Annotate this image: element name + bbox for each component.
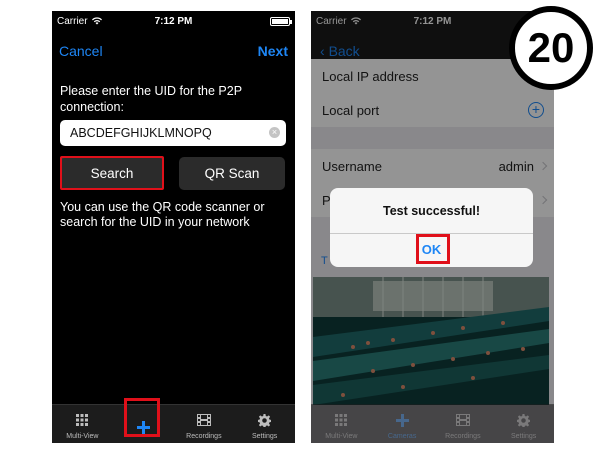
status-time: 7:12 PM — [154, 15, 193, 27]
tab-label: Recordings — [186, 433, 222, 440]
status-bar: Carrier 7:12 PM — [52, 11, 295, 31]
uid-input[interactable]: ABCDEFGHIJKLMNOPQ × — [60, 120, 286, 146]
tab-multi-view[interactable]: Multi-View — [52, 405, 113, 443]
qr-scan-button[interactable]: QR Scan — [179, 157, 285, 190]
grid-icon — [75, 413, 89, 427]
phone-screen-camera-settings: Carrier 7:12 PM ‹ Back Local IP address … — [311, 11, 554, 443]
tab-label: Multi-View — [66, 433, 99, 440]
battery-icon — [270, 16, 292, 26]
highlight-ok — [416, 234, 450, 264]
highlight-search — [60, 156, 164, 190]
highlight-add-tab — [124, 398, 160, 437]
uid-input-value: ABCDEFGHIJKLMNOPQ — [70, 126, 212, 140]
uid-hint: You can use the QR code scanner or searc… — [60, 200, 265, 229]
phone-screen-add-camera: Carrier 7:12 PM Cancel Next Please enter… — [52, 11, 295, 443]
alert-title: Test successful! — [382, 204, 481, 218]
tab-settings[interactable]: Settings — [234, 405, 295, 443]
clear-icon[interactable]: × — [269, 127, 280, 138]
navigation-bar: Cancel Next — [52, 31, 295, 75]
uid-prompt: Please enter the UID for the P2P connect… — [60, 84, 242, 114]
film-icon — [196, 413, 211, 427]
tab-bar: Multi-View Recordings Settings — [52, 404, 295, 443]
step-number-badge: 20 — [509, 6, 593, 90]
tab-recordings[interactable]: Recordings — [174, 405, 235, 443]
tab-label: Settings — [251, 433, 278, 440]
gear-icon — [258, 413, 272, 427]
next-button[interactable]: Next — [258, 43, 288, 59]
cancel-button[interactable]: Cancel — [59, 43, 103, 59]
